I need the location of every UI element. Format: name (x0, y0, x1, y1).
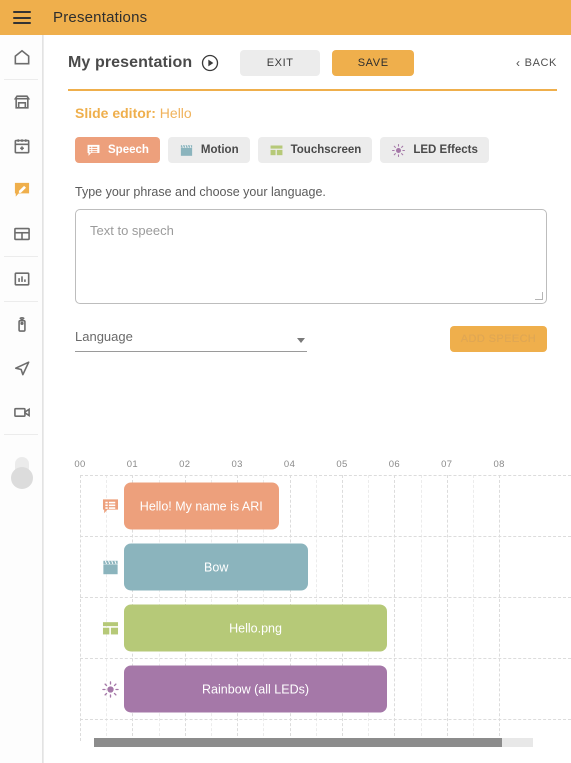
resize-grip[interactable] (535, 292, 543, 300)
navigate-icon (12, 358, 32, 378)
sidebar-item-presentations[interactable] (0, 168, 43, 212)
timeline-track: Bow (44, 536, 571, 598)
tab-motion-label: Motion (200, 144, 239, 156)
add-speech-button[interactable]: ADD SPEECH (450, 326, 547, 352)
page-header: My presentation EXIT SAVE ‹ BACK (44, 35, 571, 91)
timeline-tick: 02 (179, 459, 191, 470)
timeline-tick: 01 (126, 459, 139, 470)
led-sun-icon (100, 679, 120, 699)
timeline-tick: 04 (283, 459, 296, 470)
timeline-ruler: 00 01 02 03 04 05 06 07 08 (44, 455, 571, 475)
sidebar-item-home[interactable] (0, 35, 43, 79)
store-icon (12, 92, 32, 112)
tab-touchscreen-label: Touchscreen (290, 144, 362, 156)
timeline-track: Hello! My name is ARI (44, 475, 571, 537)
text-to-speech-input[interactable] (76, 210, 546, 303)
page-title: My presentation (68, 54, 193, 71)
timeline-scrollbar[interactable] (94, 738, 533, 747)
editor-tabs: Speech Motion Touchscreen LED Effects (75, 137, 547, 163)
screen-layout-icon (269, 143, 284, 158)
editor-hint: Type your phrase and choose your languag… (75, 185, 326, 199)
save-button[interactable]: SAVE (332, 50, 415, 76)
text-to-speech-field[interactable] (75, 209, 547, 304)
tab-led-effects[interactable]: LED Effects (380, 137, 489, 163)
sidebar-item-navigation[interactable] (0, 346, 43, 390)
play-circle-icon[interactable] (200, 53, 220, 73)
home-icon (12, 47, 32, 67)
led-sun-icon (391, 143, 406, 158)
timeline-tick: 08 (493, 459, 505, 470)
sidebar-divider (4, 434, 38, 435)
clapperboard-icon (100, 557, 120, 577)
chevron-left-icon: ‹ (516, 56, 521, 70)
remote-icon (12, 314, 32, 334)
timeline-tick: 06 (388, 459, 401, 470)
avatar-body (10, 467, 33, 489)
header-underline (68, 89, 557, 91)
slide-editor-label: Slide editor: (75, 105, 156, 121)
language-select-label: Language (75, 329, 133, 344)
timeline-tick: 07 (441, 459, 453, 470)
sidebar-item-layout[interactable] (0, 212, 43, 256)
timeline-tick: 00 (74, 459, 86, 470)
sidebar-item-remote-control[interactable] (0, 302, 43, 346)
timeline-tick: 03 (231, 459, 243, 470)
app-title: Presentations (53, 9, 148, 26)
sidebar-item-store[interactable] (0, 80, 43, 124)
sidebar (0, 35, 43, 763)
speech-bubble-icon (100, 496, 120, 516)
hamburger-icon[interactable] (13, 11, 31, 24)
back-label: BACK (524, 57, 557, 69)
language-select[interactable]: Language (75, 328, 307, 352)
timeline-tick: 05 (336, 459, 348, 470)
timeline-track: Rainbow (all LEDs) (44, 658, 571, 720)
calendar-icon (12, 136, 32, 156)
sidebar-item-analytics[interactable] (0, 257, 43, 301)
edit-message-icon (14, 182, 29, 197)
chart-icon (12, 269, 32, 289)
layout-icon (12, 224, 32, 244)
main-panel: My presentation EXIT SAVE ‹ BACK Slide e… (43, 35, 571, 763)
tab-motion[interactable]: Motion (167, 137, 250, 163)
exit-button[interactable]: EXIT (240, 50, 321, 76)
screen-layout-icon (100, 618, 120, 638)
back-link[interactable]: ‹ BACK (516, 57, 557, 69)
clapperboard-icon (179, 143, 194, 158)
video-icon (12, 402, 32, 422)
sidebar-item-calendar[interactable] (0, 124, 43, 168)
avatar[interactable] (0, 443, 43, 503)
timeline-track: Hello.png (44, 597, 571, 659)
timeline: 00 01 02 03 04 05 06 07 08 Hello! My name is ARI… (44, 455, 571, 763)
timeline-clip[interactable]: Bow (124, 543, 309, 591)
speech-bubble-icon (86, 143, 101, 158)
editor-section: Slide editor: Hello Speech Motion Touchs… (44, 91, 571, 352)
timeline-clip[interactable]: Hello.png (124, 604, 388, 652)
slide-editor-value: Hello (159, 105, 192, 121)
slide-editor-heading: Slide editor: Hello (75, 105, 547, 121)
timeline-scrollbar-thumb[interactable] (94, 738, 503, 747)
tab-speech[interactable]: Speech (75, 137, 160, 163)
chevron-down-icon (297, 338, 305, 343)
sidebar-item-video[interactable] (0, 390, 43, 434)
timeline-clip[interactable]: Rainbow (all LEDs) (124, 665, 388, 713)
timeline-clip[interactable]: Hello! My name is ARI (124, 482, 279, 530)
tab-speech-label: Speech (108, 144, 149, 156)
tab-led-effects-label: LED Effects (413, 144, 478, 156)
tab-touchscreen[interactable]: Touchscreen (257, 137, 373, 163)
language-row: Language ADD SPEECH (75, 326, 547, 352)
app-bar: Presentations (0, 0, 571, 35)
